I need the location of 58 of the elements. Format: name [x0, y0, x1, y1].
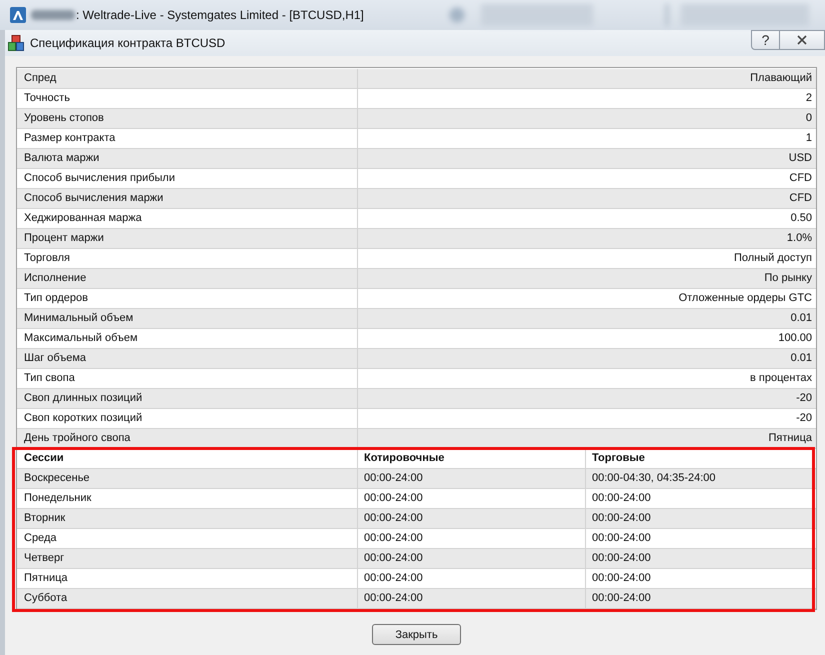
spec-value: 0	[358, 109, 816, 129]
table-cell: Понедельник	[17, 489, 358, 509]
table-cell: 00:00-24:00	[586, 589, 816, 609]
app-icon	[10, 7, 26, 23]
spec-name: Тип ордеров	[17, 289, 358, 309]
spec-name: Спред	[17, 69, 358, 89]
table-cell: Четверг	[17, 549, 358, 569]
help-button[interactable]: ?	[751, 30, 780, 50]
table-cell: 00:00-24:00	[358, 469, 586, 489]
spec-name: Минимальный объем	[17, 309, 358, 329]
spec-name: Своп длинных позиций	[17, 389, 358, 409]
table-cell: 00:00-24:00	[358, 549, 586, 569]
table-cell: 00:00-24:00	[358, 569, 586, 589]
spec-name: Процент маржи	[17, 229, 358, 249]
spec-name: Способ вычисления маржи	[17, 189, 358, 209]
spec-value: По рынку	[358, 269, 816, 289]
main-window-title: : Weltrade-Live - Systemgates Limited - [BTCUSD,H1]	[76, 8, 364, 22]
spec-name: Способ вычисления прибыли	[17, 169, 358, 189]
spec-name: Размер контракта	[17, 129, 358, 149]
spec-value: USD	[358, 149, 816, 169]
spec-name: Точность	[17, 89, 358, 109]
spec-name: Торговля	[17, 249, 358, 269]
table-cell: 00:00-24:00	[358, 589, 586, 609]
cubes-icon	[8, 35, 24, 51]
table-cell: 00:00-24:00	[586, 549, 816, 569]
table-cell: Пятница	[17, 569, 358, 589]
spec-value: 0.01	[358, 309, 816, 329]
table-cell: Вторник	[17, 509, 358, 529]
blurred-text	[31, 10, 75, 20]
close-icon	[797, 35, 807, 45]
spec-value: -20	[358, 389, 816, 409]
table-cell: 00:00-24:00	[358, 529, 586, 549]
spec-value: Пятница	[358, 429, 816, 449]
spec-value: CFD	[358, 189, 816, 209]
column-header: Котировочные	[358, 449, 586, 469]
spec-name: Тип свопа	[17, 369, 358, 389]
spec-name: Исполнение	[17, 269, 358, 289]
spec-value: 1.0%	[358, 229, 816, 249]
table-cell: 00:00-24:00	[586, 509, 816, 529]
table-cell: Воскресенье	[17, 469, 358, 489]
table-cell: 00:00-24:00	[358, 509, 586, 529]
close-button[interactable]: Закрыть	[372, 624, 461, 645]
spec-value: Плавающий	[358, 69, 816, 89]
spec-name: Валюта маржи	[17, 149, 358, 169]
spec-value: 0.01	[358, 349, 816, 369]
spec-name: Своп коротких позиций	[17, 409, 358, 429]
table-cell: 00:00-04:30, 04:35-24:00	[586, 469, 816, 489]
column-header: Сессии	[17, 449, 358, 469]
table-cell: Суббота	[17, 589, 358, 609]
spec-name: Шаг объема	[17, 349, 358, 369]
spec-name: Уровень стопов	[17, 109, 358, 129]
spec-name: День тройного свопа	[17, 429, 358, 449]
spec-name: Максимальный объем	[17, 329, 358, 349]
dialog-title: Спецификация контракта BTCUSD	[30, 36, 226, 50]
spec-name: Хеджированная маржа	[17, 209, 358, 229]
table-cell: Среда	[17, 529, 358, 549]
close-window-button[interactable]	[780, 30, 825, 50]
table-cell: 00:00-24:00	[358, 489, 586, 509]
